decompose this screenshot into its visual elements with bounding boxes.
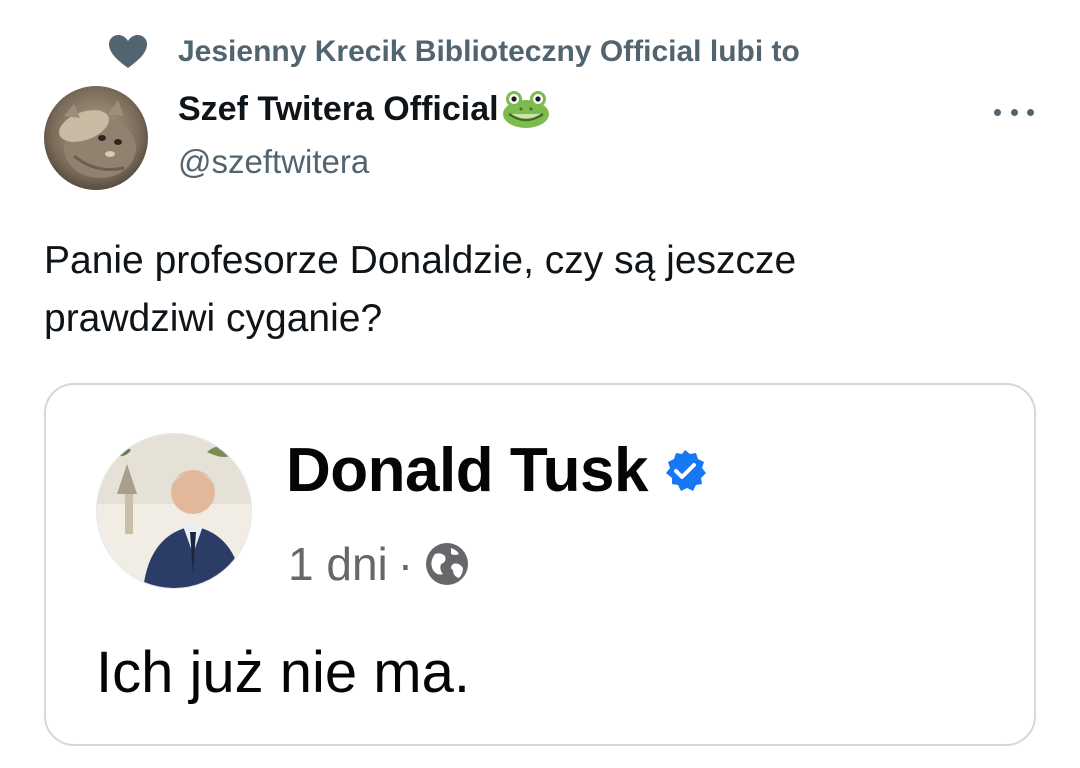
embedded-meta-row: 1 dni · — [288, 537, 471, 591]
more-options-button[interactable] — [988, 96, 1040, 128]
tweet-text-line: prawdziwi cyganie? — [44, 297, 383, 340]
media-card[interactable]: Donald Tusk 1 dni · Ich już nie ma. — [44, 383, 1036, 746]
more-icon-dot — [994, 108, 1001, 116]
social-context[interactable]: Jesienny Krecik Biblioteczny Official lu… — [108, 34, 800, 70]
more-icon-dot — [1010, 108, 1018, 116]
embedded-separator: · — [397, 538, 414, 590]
embedded-avatar — [96, 433, 252, 589]
tweet-page: Jesienny Krecik Biblioteczny Official lu… — [0, 0, 1080, 768]
author-handle[interactable]: @szeftwitera — [178, 143, 369, 181]
globe-icon — [423, 540, 471, 588]
frog-icon — [501, 88, 551, 130]
avatar[interactable] — [44, 86, 148, 190]
verified-icon — [662, 448, 708, 494]
liked-by-text: Jesienny Krecik Biblioteczny Official lu… — [178, 35, 800, 68]
tweet-text-line: Panie profesorze Donaldzie, czy są jeszc… — [44, 239, 797, 282]
author-name-row[interactable]: Szef Twitera Official — [178, 88, 551, 130]
tweet-text: Panie profesorze Donaldzie, czy są jeszc… — [44, 232, 1034, 348]
heart-icon — [108, 34, 148, 70]
embedded-author-name: Donald Tusk — [286, 436, 648, 505]
embedded-time: 1 dni — [288, 538, 388, 590]
author-name[interactable]: Szef Twitera Official — [178, 90, 499, 129]
embedded-name-row: Donald Tusk — [286, 435, 708, 506]
more-icon-dot — [1027, 108, 1034, 116]
embedded-post-text: Ich już nie ma. — [96, 640, 470, 705]
